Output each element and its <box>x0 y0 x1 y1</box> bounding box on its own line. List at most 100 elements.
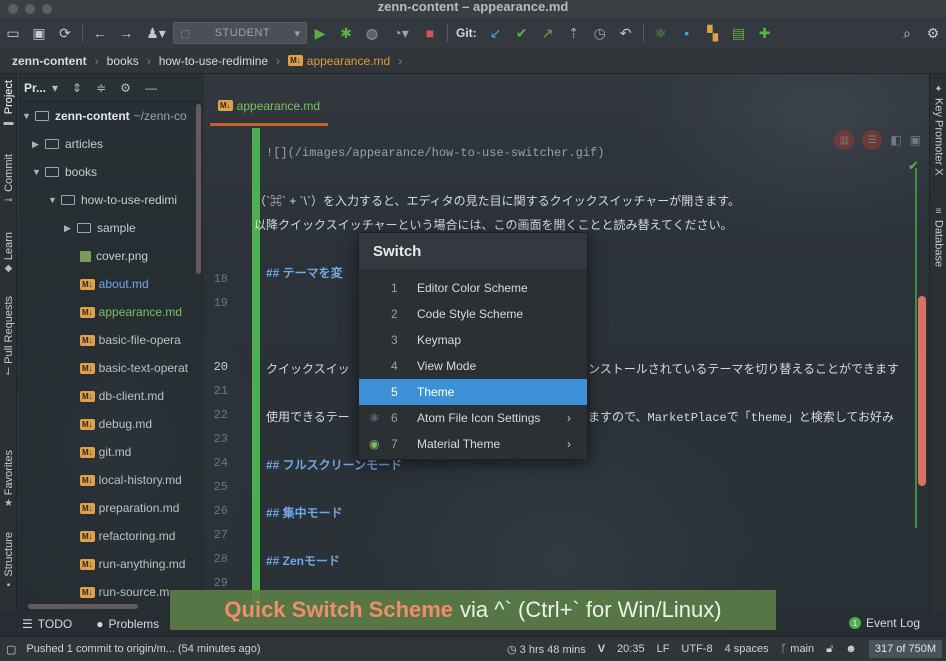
tree-item[interactable]: M↓ run-source.m <box>18 578 194 606</box>
collapse-all-icon[interactable]: ⇕ <box>72 81 82 95</box>
popup-item-theme[interactable]: 5 Theme <box>359 379 587 405</box>
memory-indicator[interactable]: 317 of 750M <box>868 640 942 658</box>
color-blocks-icon[interactable]: ▚ <box>700 22 726 44</box>
tab-key-promoter[interactable]: ✦ Key Promoter X <box>930 84 946 176</box>
history-icon[interactable]: ◷ <box>587 22 613 44</box>
user-icon[interactable]: ♟▾ <box>139 22 173 44</box>
breadcrumb-item[interactable]: zenn-content <box>12 54 87 68</box>
search-icon[interactable]: ⌕ <box>894 22 920 44</box>
coverage-icon[interactable]: ◍ <box>359 22 385 44</box>
breadcrumb-item[interactable]: appearance.md <box>307 54 390 68</box>
event-count-badge: 1 <box>848 617 861 629</box>
atom-icon[interactable]: ⚛ <box>648 22 674 44</box>
vim-icon[interactable]: V <box>598 643 605 655</box>
tab-label: Project <box>2 80 15 115</box>
scroll-from-source-icon[interactable]: ≑ <box>96 81 106 95</box>
tree-item[interactable]: ▼ how-to-use-redimi <box>18 186 194 214</box>
tab-learn[interactable]: Learn ◆ <box>0 232 17 274</box>
plugin-icon[interactable]: ✚ <box>752 22 778 44</box>
minimize-window-button[interactable] <box>25 4 35 14</box>
profile-icon[interactable]: ◔▾ <box>385 22 417 44</box>
tree-item[interactable]: M↓ preparation.md <box>18 494 194 522</box>
project-vertical-scrollbar[interactable] <box>196 104 201 274</box>
tab-project[interactable]: Project ▬ <box>0 80 17 128</box>
tree-item-label: how-to-use-redimi <box>81 193 178 207</box>
close-window-button[interactable] <box>8 4 18 14</box>
tree-item[interactable]: M↓ basic-text-operat <box>18 354 194 382</box>
settings-icon[interactable]: ⚙ <box>920 22 946 44</box>
dot-icon[interactable]: • <box>674 22 700 44</box>
git-fetch-icon[interactable]: ⇡ <box>561 22 587 44</box>
time-tracker[interactable]: ◷ 3 hrs 48 mins <box>507 643 586 656</box>
tab-structure[interactable]: Structure ▪ <box>0 532 17 591</box>
tree-item[interactable]: M↓ basic-file-opera <box>18 326 194 354</box>
tool-window-toggle-icon[interactable]: ▢ <box>6 643 16 656</box>
git-push-icon[interactable]: ↗ <box>535 22 561 44</box>
tree-item[interactable]: M↓ git.md <box>18 438 194 466</box>
breadcrumb-item[interactable]: how-to-use-redimine <box>159 54 268 68</box>
tree-item[interactable]: M↓ appearance.md <box>18 298 194 326</box>
git-branch[interactable]: ᚴ main <box>781 643 815 655</box>
popup-item-editor-color-scheme[interactable]: 1 Editor Color Scheme <box>359 275 587 301</box>
popup-item-material-theme[interactable]: ◉ 7 Material Theme › <box>359 431 587 457</box>
status-message[interactable]: Pushed 1 commit to origin/m... (54 minut… <box>26 643 260 655</box>
tree-item-label: zenn-content <box>55 109 130 123</box>
project-view-select[interactable]: Pr... <box>24 81 46 95</box>
tab-commit[interactable]: Commit ⊸ <box>0 154 17 206</box>
tab-event-log[interactable]: 1 Event Log <box>848 616 920 630</box>
tree-item[interactable]: ▶ sample <box>18 214 194 242</box>
editor-line: （`⌘` + `\`）を入力すると、エディタの見た目に関するクイックスイッチャー… <box>254 194 740 208</box>
popup-item-atom-file-icon-settings[interactable]: ⚛ 6 Atom File Icon Settings › <box>359 405 587 431</box>
debug-icon[interactable]: ✱ <box>333 22 359 44</box>
run-configuration-select[interactable]: ▢ STUDENT ▾ <box>173 22 307 44</box>
git-label: Git: <box>456 26 477 40</box>
caret-position[interactable]: 20:35 <box>617 643 645 655</box>
zoom-window-button[interactable] <box>42 4 52 14</box>
tree-item[interactable]: M↓ local-history.md <box>18 466 194 494</box>
forward-arrow-icon[interactable]: → <box>113 22 139 44</box>
open-folder-icon[interactable]: ▭ <box>0 22 26 44</box>
lock-icon[interactable]: 🔓︎ <box>826 643 833 656</box>
popup-item-keymap[interactable]: 3 Keymap <box>359 327 587 353</box>
stop-icon[interactable]: ■ <box>417 22 443 44</box>
tab-todo[interactable]: ☰ TODO <box>22 617 72 631</box>
tree-item[interactable]: cover.png <box>18 242 194 270</box>
tree-item[interactable]: M↓ run-anything.md <box>18 550 194 578</box>
tab-pull-requests[interactable]: Pull Requests ⇃ <box>0 296 17 378</box>
tree-item[interactable]: M↓ debug.md <box>18 410 194 438</box>
indent-setting[interactable]: 4 spaces <box>725 643 769 655</box>
run-icon[interactable]: ▶ <box>307 22 333 44</box>
popup-item-view-mode[interactable]: 4 View Mode <box>359 353 587 379</box>
git-update-icon[interactable]: ↙ <box>483 22 509 44</box>
back-arrow-icon[interactable]: ← <box>87 22 113 44</box>
gear-icon[interactable]: ⚙ <box>120 81 131 95</box>
line-separator[interactable]: LF <box>657 643 670 655</box>
window-controls[interactable] <box>8 4 52 14</box>
tree-item[interactable]: M↓ db-client.md <box>18 382 194 410</box>
tree-item[interactable]: M↓ refactoring.md <box>18 522 194 550</box>
inspector-icon[interactable]: ☻ <box>845 643 857 655</box>
chevron-down-icon[interactable]: ▾ <box>52 81 58 95</box>
save-icon[interactable]: ▣ <box>26 22 52 44</box>
tree-item[interactable]: M↓ about.md <box>18 270 194 298</box>
editor-vertical-scrollbar[interactable] <box>918 296 926 486</box>
tab-appearance-md[interactable]: M↓ appearance.md <box>210 88 329 126</box>
switch-popup: Switch 1 Editor Color Scheme 2 Code Styl… <box>358 232 588 460</box>
tab-problems[interactable]: ● Problems <box>96 617 159 631</box>
tree-item[interactable]: ▶ articles <box>18 130 194 158</box>
inspection-ok-icon[interactable]: ✔ <box>908 158 919 174</box>
breadcrumb-item[interactable]: books <box>107 54 139 68</box>
project-horizontal-scrollbar[interactable] <box>28 604 138 609</box>
layout-icon[interactable]: ▤ <box>726 22 752 44</box>
popup-item-code-style-scheme[interactable]: 2 Code Style Scheme <box>359 301 587 327</box>
tree-item[interactable]: ▼ books <box>18 158 194 186</box>
tab-database[interactable]: ≡ Database <box>930 206 946 267</box>
sync-icon[interactable]: ⟳ <box>52 22 78 44</box>
rollback-icon[interactable]: ↶ <box>613 22 639 44</box>
tree-root[interactable]: ▼ zenn-content ~/zenn-co <box>18 102 194 130</box>
hide-icon[interactable]: — <box>145 81 157 95</box>
tab-favorites[interactable]: Favorites ★ <box>0 450 17 509</box>
markdown-file-icon: M↓ <box>80 446 95 458</box>
file-encoding[interactable]: UTF-8 <box>681 643 712 655</box>
git-commit-icon[interactable]: ✔ <box>509 22 535 44</box>
